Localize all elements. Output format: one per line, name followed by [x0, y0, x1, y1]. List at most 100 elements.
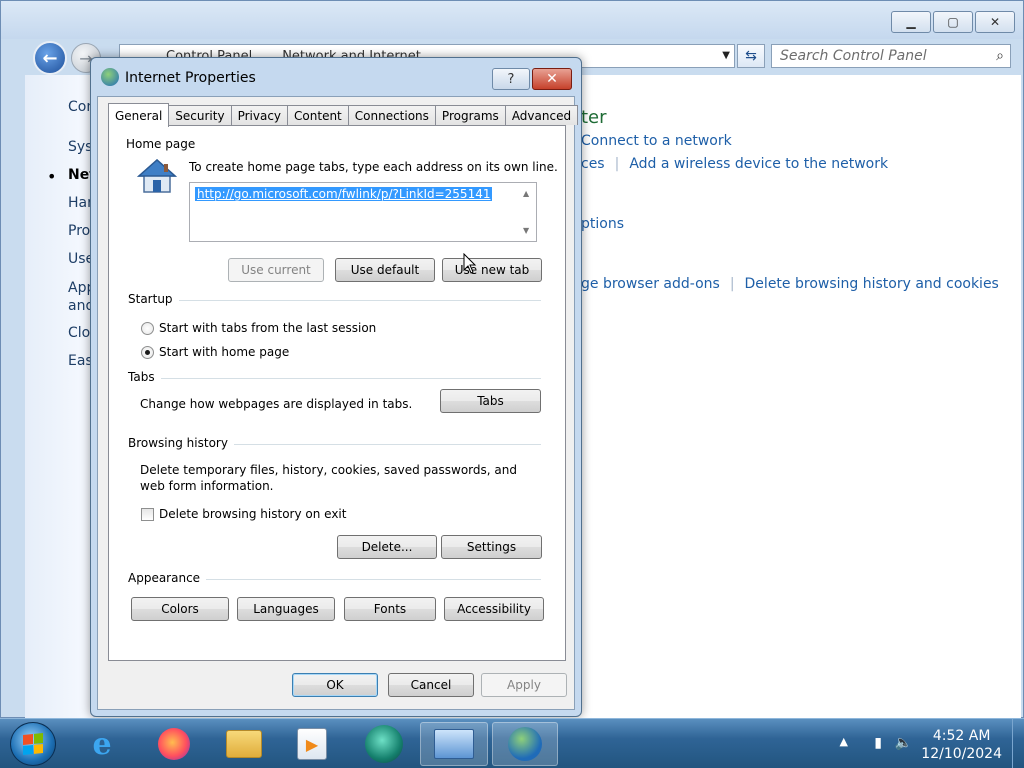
manage-addons-link[interactable]: ge browser add-ons [581, 276, 720, 292]
history-settings-button[interactable]: Settings [441, 535, 542, 559]
show-hidden-icons-icon[interactable]: ▲ [840, 735, 848, 748]
show-desktop-button[interactable] [1012, 719, 1024, 768]
home-page-icon [137, 158, 177, 193]
start-button[interactable] [10, 722, 56, 766]
tab-security[interactable]: Security [168, 105, 232, 125]
control-panel-sidebar: Control Panel Home System and Security •… [25, 75, 98, 719]
tab-content[interactable]: Content [287, 105, 349, 125]
search-input[interactable]: Search Control Panel ⌕ [771, 44, 1011, 68]
internet-explorer-icon: e [92, 726, 112, 762]
accessibility-button[interactable]: Accessibility [444, 597, 544, 621]
home-page-instruction: To create home page tabs, type each addr… [189, 160, 558, 174]
startup-group-label: Startup [128, 292, 179, 306]
home-page-url-text[interactable]: http://go.microsoft.com/fwlink/p/?LinkId… [195, 187, 493, 201]
dialog-title: Internet Properties [125, 70, 256, 86]
search-placeholder: Search Control Panel [780, 48, 927, 64]
maximize-button[interactable]: ▢ [933, 11, 973, 33]
startup-home-page-label[interactable]: Start with home page [159, 345, 289, 359]
chat-bubble-icon [365, 725, 403, 763]
section-heading[interactable]: ter [581, 107, 607, 128]
tabs-description: Change how webpages are displayed in tab… [140, 397, 413, 411]
delete-history-link[interactable]: Delete browsing history and cookies [745, 276, 999, 292]
scroll-down-icon[interactable]: ▼ [523, 226, 529, 235]
close-window-button[interactable]: ✕ [975, 11, 1015, 33]
services-link-text[interactable]: ces [581, 156, 605, 172]
tab-privacy[interactable]: Privacy [230, 105, 289, 125]
appearance-divider [197, 579, 541, 580]
delete-on-exit-label[interactable]: Delete browsing history on exit [159, 507, 346, 521]
minimize-button[interactable]: ▁ [891, 11, 931, 33]
taskbar-internet-explorer[interactable]: e [72, 722, 132, 766]
internet-properties-dialog: Internet Properties ? ✕ General Security… [90, 57, 582, 717]
tab-general[interactable]: General [108, 103, 170, 127]
languages-button[interactable]: Languages [237, 597, 335, 621]
url-scrollbar[interactable]: ▲ ▼ [519, 183, 536, 241]
taskbar-file-explorer[interactable] [214, 722, 274, 766]
use-new-tab-button[interactable]: Use new tab [442, 258, 542, 282]
volume-muted-icon[interactable]: 🔈 [895, 735, 912, 751]
windows-logo-icon [23, 732, 43, 756]
tabs-settings-button[interactable]: Tabs [440, 389, 541, 413]
browsing-history-description-line1: Delete temporary files, history, cookies… [140, 463, 517, 477]
current-section-bullet: • [47, 167, 57, 186]
control-panel-titlebar [1, 1, 1023, 39]
general-tab-panel: Home page To create home page tabs, type… [108, 125, 566, 661]
search-icon[interactable]: ⌕ [996, 48, 1004, 64]
home-page-url-field[interactable]: http://go.microsoft.com/fwlink/p/?LinkId… [189, 182, 537, 242]
addons-link[interactable]: ge browser add-ons | Delete browsing histo… [581, 276, 999, 292]
internet-properties-icon [508, 727, 542, 761]
connect-network-link[interactable]: Connect to a network [581, 133, 732, 149]
taskbar-media-player[interactable]: ▶ [282, 722, 342, 766]
delete-on-exit-checkbox[interactable] [141, 508, 154, 521]
startup-last-session-label[interactable]: Start with tabs from the last session [159, 321, 376, 335]
firefox-icon [158, 728, 190, 760]
tab-connections[interactable]: Connections [347, 105, 436, 125]
taskbar-control-panel[interactable] [420, 722, 488, 766]
folder-icon [226, 730, 262, 758]
back-arrow-icon[interactable]: ← [33, 41, 67, 75]
help-button[interactable]: ? [492, 68, 530, 90]
home-page-group-label: Home page [126, 137, 202, 151]
close-icon[interactable]: ✕ [532, 68, 572, 90]
tab-advanced[interactable]: Advanced [504, 105, 579, 125]
taskbar-firefox[interactable] [144, 722, 204, 766]
network-status-icon[interactable]: ▮ [874, 735, 882, 751]
browsing-history-description-line2: web form information. [140, 479, 274, 493]
fonts-button[interactable]: Fonts [344, 597, 436, 621]
delete-history-button[interactable]: Delete... [337, 535, 437, 559]
scroll-up-icon[interactable]: ▲ [523, 189, 529, 198]
appearance-group-label: Appearance [128, 571, 207, 585]
tabs-group-label: Tabs [128, 370, 161, 384]
apply-button[interactable]: Apply [481, 673, 567, 697]
startup-divider [169, 300, 541, 301]
taskbar-chat-app[interactable] [354, 722, 414, 766]
mouse-cursor-icon [463, 253, 477, 274]
link-separator: | [614, 156, 620, 172]
cancel-button[interactable]: Cancel [388, 673, 474, 697]
browsing-history-divider [217, 444, 541, 445]
taskbar: e ▶ ▲ ▮ 🔈 4:52 AM 12/10/2024 [0, 718, 1024, 768]
taskbar-internet-properties[interactable] [492, 722, 558, 766]
internet-globe-icon [101, 68, 119, 86]
services-link[interactable]: ces | Add a wireless device to the network [581, 156, 888, 172]
clock-time: 4:52 AM [932, 728, 991, 744]
media-player-icon: ▶ [297, 728, 327, 760]
link-separator: | [729, 276, 735, 292]
internet-options-link[interactable]: ptions [581, 216, 624, 232]
use-default-button[interactable]: Use default [335, 258, 435, 282]
startup-last-session-radio[interactable] [141, 322, 154, 335]
control-panel-icon [434, 729, 474, 759]
ok-button[interactable]: OK [292, 673, 378, 697]
system-clock[interactable]: 4:52 AM 12/10/2024 [921, 727, 1002, 763]
colors-button[interactable]: Colors [131, 597, 229, 621]
address-dropdown-icon[interactable]: ▼ [722, 50, 730, 61]
use-current-button[interactable]: Use current [228, 258, 324, 282]
startup-home-page-radio[interactable] [141, 346, 154, 359]
dialog-content: General Security Privacy Content Connect… [97, 96, 579, 710]
window-caption-buttons: ▁ ▢ ✕ [891, 11, 1015, 33]
add-wireless-device-link[interactable]: Add a wireless device to the network [629, 156, 888, 172]
refresh-icon[interactable]: ⇆ [737, 44, 765, 68]
tab-programs[interactable]: Programs [434, 105, 506, 125]
clock-date: 12/10/2024 [921, 746, 1002, 762]
tabs-divider [149, 378, 541, 379]
